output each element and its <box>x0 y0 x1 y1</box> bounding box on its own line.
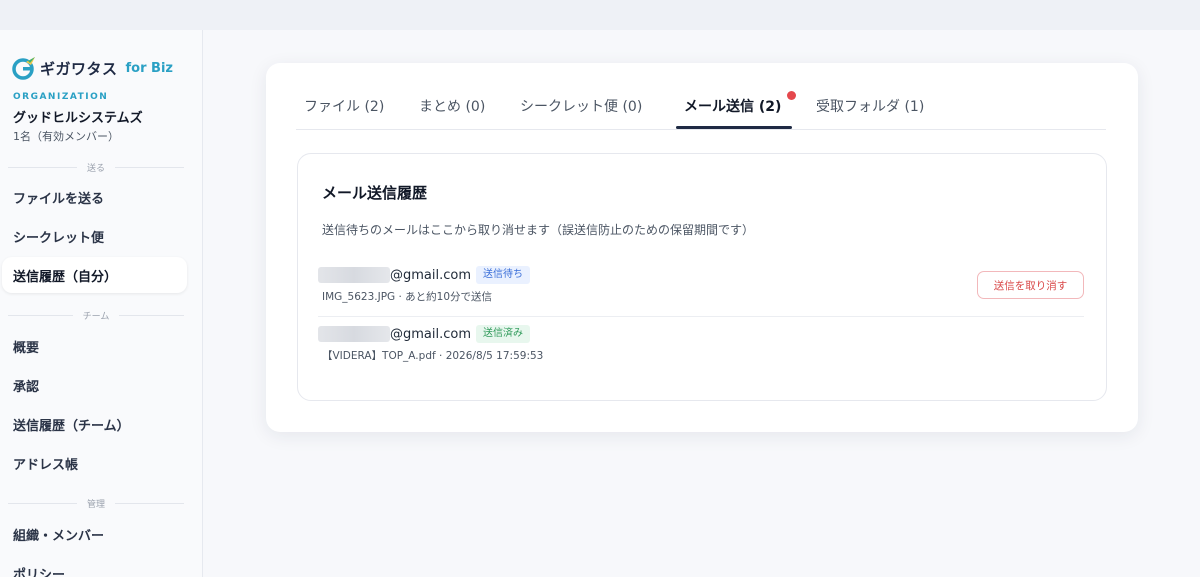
sidebar-item-approval[interactable]: 承認 <box>0 367 187 403</box>
tab-mail-send[interactable]: メール送信 (2) <box>684 96 781 116</box>
mail-history-panel: メール送信履歴 送信待ちのメールはここから取り消せます（誤送信防止のための保留期… <box>297 153 1107 401</box>
item-details: 【VIDERA】TOP_A.pdf · 2026/8/5 17:59:53 <box>322 350 544 362</box>
sidebar-item-label: アドレス帳 <box>13 457 79 473</box>
status-badge: 送信済み <box>476 325 530 343</box>
section-heading-team: チーム <box>8 309 184 322</box>
tab-receive-folder[interactable]: 受取フォルダ (1) <box>816 96 924 116</box>
redacted-email-local-part <box>318 267 390 283</box>
sidebar-item-history-self[interactable]: 送信履歴（自分） <box>2 257 187 293</box>
tab-bar: ファイル (2) まとめ (0) シークレット便 (0) メール送信 (2) 受… <box>296 83 1106 130</box>
sidebar-item-label: ポリシー <box>13 567 66 577</box>
gigawatas-logo-icon <box>12 56 36 80</box>
top-bar <box>0 0 1200 30</box>
sidebar-item-label: ファイルを送る <box>13 191 105 207</box>
tab-bundles[interactable]: まとめ (0) <box>419 96 485 116</box>
item-details: IMG_5623.JPG · あと約10分で送信 <box>322 291 493 303</box>
panel-title: メール送信履歴 <box>322 184 428 202</box>
sidebar-item-history-team[interactable]: 送信履歴（チーム） <box>0 406 187 442</box>
org-label: ORGANIZATION <box>13 92 109 102</box>
sidebar-item-label: 組織・メンバー <box>13 528 105 544</box>
history-card: ファイル (2) まとめ (0) シークレット便 (0) メール送信 (2) 受… <box>266 63 1138 432</box>
sidebar-item-policy[interactable]: ポリシー <box>0 555 187 577</box>
section-heading-admin: 管理 <box>8 497 184 510</box>
notification-dot-icon <box>787 91 796 100</box>
recipient-email: @gmail.com <box>390 327 472 342</box>
sidebar-item-label: 承認 <box>13 379 40 395</box>
list-item: @gmail.com 送信待ち IMG_5623.JPG · あと約10分で送信… <box>318 265 1084 317</box>
redacted-email-local-part <box>318 326 390 342</box>
org-name: グッドヒルシステムズ <box>13 111 143 126</box>
org-members-count: 1名（有効メンバー） <box>13 130 119 143</box>
sidebar-item-send-file[interactable]: ファイルを送る <box>0 179 187 215</box>
list-item: @gmail.com 送信済み 【VIDERA】TOP_A.pdf · 2026… <box>318 324 1084 372</box>
status-badge: 送信待ち <box>476 266 530 284</box>
sidebar-item-org-members[interactable]: 組織・メンバー <box>0 516 187 552</box>
sidebar-item-label: 送信履歴（自分） <box>13 269 118 285</box>
sidebar-item-label: 送信履歴（チーム） <box>13 418 130 434</box>
sidebar-item-label: 概要 <box>13 340 40 356</box>
app-logo[interactable]: ギガワタス for Biz <box>12 56 173 80</box>
sidebar-item-secret[interactable]: シークレット便 <box>0 218 187 254</box>
recipient-email: @gmail.com <box>390 268 472 283</box>
logo-text: ギガワタス <box>40 59 118 78</box>
cancel-send-button[interactable]: 送信を取り消す <box>977 271 1084 299</box>
sidebar: ギガワタス for Biz ORGANIZATION グッドヒルシステムズ 1名… <box>0 30 203 577</box>
active-tab-indicator <box>676 126 792 129</box>
logo-suffix: for Biz <box>125 60 173 76</box>
tab-files[interactable]: ファイル (2) <box>304 96 384 116</box>
sidebar-item-overview[interactable]: 概要 <box>0 328 187 364</box>
section-heading-send: 送る <box>8 161 184 174</box>
tab-secret[interactable]: シークレット便 (0) <box>520 96 642 116</box>
sidebar-item-address-book[interactable]: アドレス帳 <box>0 445 187 481</box>
panel-description: 送信待ちのメールはここから取り消せます（誤送信防止のための保留期間です） <box>322 223 755 237</box>
sidebar-item-label: シークレット便 <box>13 230 105 246</box>
